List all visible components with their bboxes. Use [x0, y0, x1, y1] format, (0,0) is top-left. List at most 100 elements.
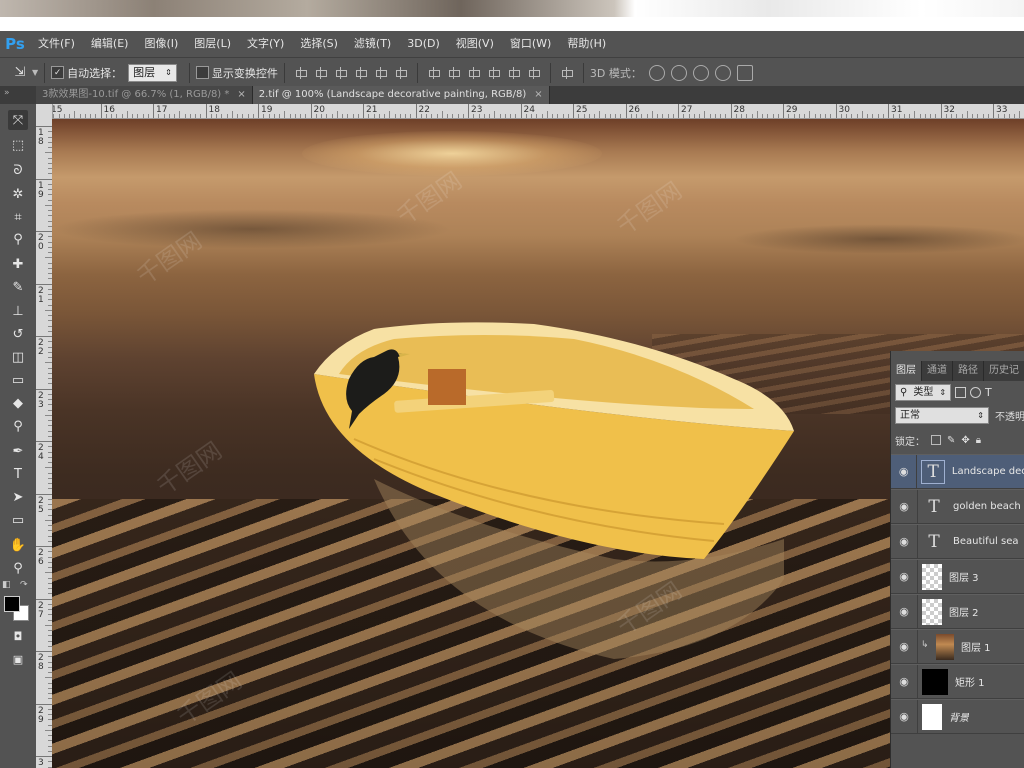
align-bottom-icon[interactable] [334, 66, 348, 80]
layer-row[interactable]: ◉ 图层 3 [891, 559, 1024, 594]
align-vertical-center-icon[interactable] [314, 66, 328, 80]
layer-filter-select[interactable]: ⚲ 类型 ⇕ [895, 384, 952, 401]
hand-tool-icon[interactable]: ✋ [8, 535, 28, 555]
adjustment-filter-icon[interactable] [970, 387, 982, 398]
history-brush-tool-icon[interactable]: ↺ [8, 324, 28, 344]
lock-image-icon[interactable]: ✎ [947, 435, 955, 446]
clone-stamp-tool-icon[interactable]: ⊥ [8, 301, 28, 321]
layers-panel-tab[interactable]: 图层 [891, 361, 922, 381]
pen-tool-icon[interactable]: ✒ [8, 441, 28, 461]
zoom-tool-icon[interactable]: ⚲ [8, 558, 28, 578]
gradient-tool-icon[interactable]: ▭ [8, 370, 28, 390]
visibility-eye-icon[interactable]: ◉ [891, 700, 918, 733]
scale-3d-icon[interactable] [736, 64, 753, 81]
visibility-eye-icon[interactable]: ◉ [891, 560, 918, 593]
layers-panel-tab[interactable]: 路径 [953, 361, 984, 381]
menu-item[interactable]: 图像(I) [136, 31, 186, 57]
distribute-left-icon[interactable] [487, 66, 501, 80]
layer-row[interactable]: ◉ 图层 2 [891, 594, 1024, 629]
align-left-icon[interactable] [354, 66, 368, 80]
photoshop-logo: Ps [5, 35, 25, 53]
swap-colors-icon[interactable]: ↷ [20, 580, 28, 590]
quick-mask-icon[interactable]: ◘ [8, 626, 28, 646]
brush-tool-icon[interactable]: ✎ [8, 277, 28, 297]
menu-item[interactable]: 编辑(E) [83, 31, 137, 57]
preset-dropdown-icon[interactable]: ▼ [32, 68, 38, 77]
layer-row[interactable]: ◉ 背景 [891, 699, 1024, 734]
auto-select-checkbox[interactable]: ✓ [51, 66, 65, 79]
layer-row[interactable]: ◉ 矩形 1 [891, 664, 1024, 699]
layer-row[interactable]: ◉ ↳ 图层 1 [891, 629, 1024, 664]
menu-item[interactable]: 3D(D) [399, 31, 448, 57]
lasso-tool-icon[interactable]: ᘐ [8, 160, 28, 180]
visibility-eye-icon[interactable]: ◉ [891, 490, 918, 523]
screen-mode-icon[interactable]: ▣ [8, 649, 28, 669]
document-tab[interactable]: 2.tif @ 100% (Landscape decorative paint… [252, 86, 550, 104]
distribute-vcenter-icon[interactable] [447, 66, 461, 80]
menu-item[interactable]: 帮助(H) [559, 31, 614, 57]
layers-panel-tab[interactable]: 历史记 [984, 361, 1024, 381]
text-filter-icon[interactable]: T [985, 386, 992, 399]
auto-select-target-select[interactable]: 图层 ⇕ [128, 63, 177, 82]
distribute-hcenter-icon[interactable] [507, 66, 521, 80]
lock-position-icon[interactable]: ✥ [961, 435, 969, 446]
visibility-eye-icon[interactable]: ◉ [891, 665, 918, 698]
visibility-eye-icon[interactable]: ◉ [891, 455, 918, 488]
move-tool-preset-icon[interactable]: ⇲ [8, 65, 32, 80]
layer-row[interactable]: ◉ T Beautiful sea [891, 524, 1024, 559]
type-tool-icon[interactable]: T [8, 464, 28, 484]
visibility-eye-icon[interactable]: ◉ [891, 630, 918, 663]
lock-transparent-icon[interactable] [931, 435, 941, 445]
menu-item[interactable]: 文件(F) [30, 31, 83, 57]
auto-align-layers-icon[interactable] [560, 66, 574, 80]
foreground-color-swatch[interactable] [4, 596, 20, 612]
toolbar-collapse-strip[interactable]: » [0, 86, 36, 104]
distribute-top-icon[interactable] [427, 66, 441, 80]
dodge-tool-icon[interactable]: ⚲ [8, 416, 28, 436]
slide-3d-icon[interactable] [714, 64, 731, 81]
menu-item[interactable]: 窗口(W) [502, 31, 559, 57]
ruler-tick [36, 703, 52, 705]
horizontal-ruler[interactable]: 15 16 17 18 19 20 21 22 23 24 25 26 27 28 29 30 31 32 33 [52, 104, 1024, 119]
magic-wand-tool-icon[interactable]: ✲ [8, 184, 28, 204]
move-tool-icon[interactable]: ⤧ [8, 110, 28, 130]
path-selection-tool-icon[interactable]: ➤ [8, 487, 28, 507]
drag-3d-icon[interactable] [692, 64, 709, 81]
lock-all-icon[interactable]: 🔒︎ [976, 435, 981, 446]
menu-item[interactable]: 图层(L) [186, 31, 239, 57]
document-tab[interactable]: 3款效果图-10.tif @ 66.7% (1, RGB/8) * × [36, 86, 253, 104]
align-horizontal-center-icon[interactable] [374, 66, 388, 80]
collapse-icon[interactable]: » [4, 88, 10, 98]
close-tab-icon[interactable]: × [534, 86, 542, 104]
show-transform-checkbox[interactable] [195, 66, 209, 79]
blur-tool-icon[interactable]: ◆ [8, 393, 28, 413]
distribute-right-icon[interactable] [527, 66, 541, 80]
align-right-icon[interactable] [394, 66, 408, 80]
menu-item[interactable]: 滤镜(T) [346, 31, 399, 57]
crop-tool-icon[interactable]: ⌗ [8, 207, 28, 227]
eraser-tool-icon[interactable]: ◫ [8, 347, 28, 367]
distribute-bottom-icon[interactable] [467, 66, 481, 80]
default-colors-icon[interactable]: ◧ [2, 580, 11, 590]
align-top-icon[interactable] [294, 66, 308, 80]
layer-row[interactable]: ◉ Tgolden beach [891, 489, 1024, 524]
ruler-minor-tick [195, 114, 196, 118]
menu-item[interactable]: 选择(S) [292, 31, 346, 57]
vertical-ruler[interactable]: 1 8 1 9 2 0 2 1 2 2 2 3 2 4 2 5 2 6 2 7 2 8 2 9 3 [36, 104, 53, 768]
menu-item[interactable]: 视图(V) [448, 31, 502, 57]
blend-mode-select[interactable]: 正常 ⇕ [895, 407, 989, 424]
visibility-eye-icon[interactable]: ◉ [891, 595, 918, 628]
visibility-eye-icon[interactable]: ◉ [891, 525, 918, 558]
layers-panel-tab[interactable]: 通道 [922, 361, 953, 381]
roll-3d-icon[interactable] [670, 64, 687, 81]
layer-row[interactable]: ◉ T Landscape dec [891, 454, 1024, 489]
shape-tool-icon[interactable]: ▭ [8, 510, 28, 530]
eyedropper-tool-icon[interactable]: ⚲ [8, 229, 28, 249]
pixel-filter-icon[interactable] [955, 387, 967, 398]
rotate-3d-icon[interactable] [648, 64, 665, 81]
menu-item[interactable]: 文字(Y) [239, 31, 292, 57]
document-canvas[interactable]: 千图网 千图网 千图网 千图网 千图网 千图网 [52, 119, 1024, 768]
close-tab-icon[interactable]: × [237, 86, 245, 104]
healing-brush-tool-icon[interactable]: ✚ [8, 254, 28, 274]
marquee-tool-icon[interactable]: ⬚ [8, 135, 28, 155]
